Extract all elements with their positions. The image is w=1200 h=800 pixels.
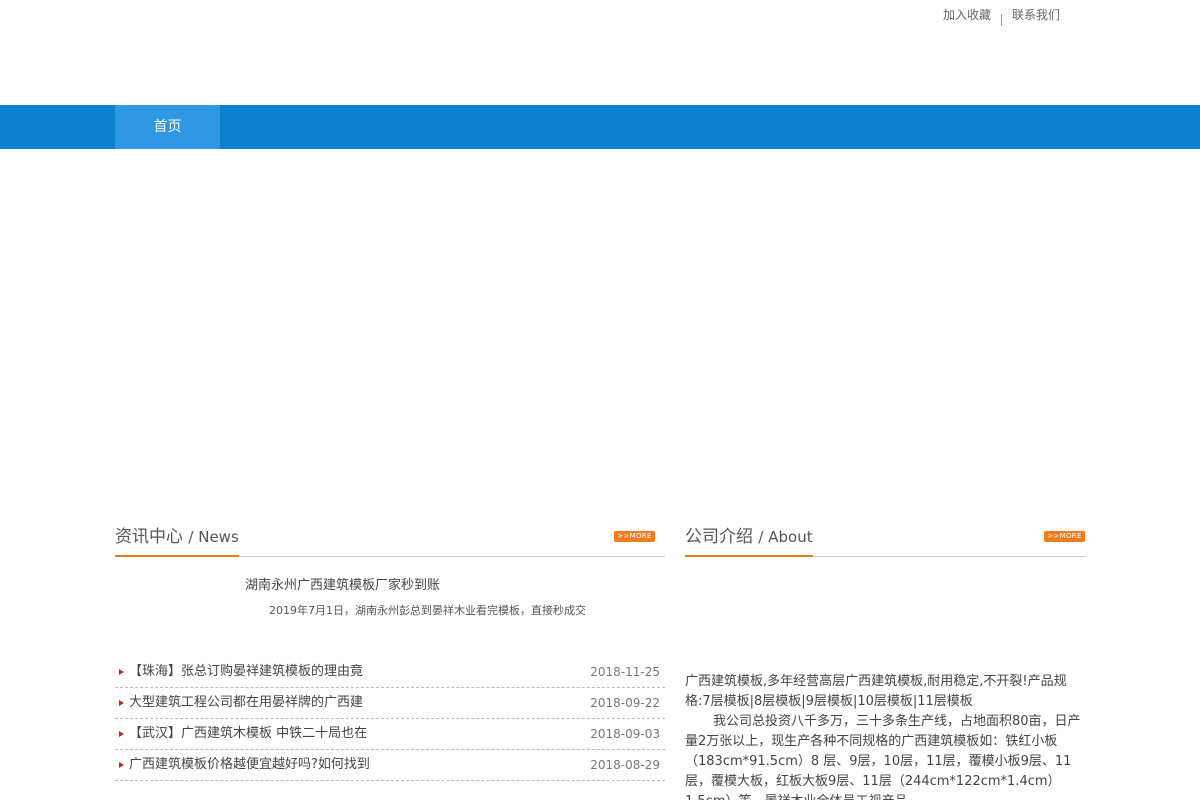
news-panel-header: 资讯中心 / News >>MORE <box>115 522 665 557</box>
about-paragraph-2: 我公司总投资八千多万，三十多条生产线，占地面积80亩，日产量2万张以上，现生产各… <box>685 714 1081 800</box>
news-item-date: 2018-09-03 <box>590 727 660 741</box>
featured-news-title[interactable]: 湖南永州广西建筑模板厂家秒到账 <box>245 574 440 593</box>
about-title-cn: 公司介绍 <box>685 527 753 547</box>
news-title-cn: 资讯中心 <box>115 527 183 547</box>
banner <box>0 149 1200 519</box>
about-panel-title: 公司介绍 / About <box>685 522 813 557</box>
news-title-en: / News <box>188 528 239 546</box>
news-more-button[interactable]: >>MORE <box>614 531 655 542</box>
add-favorite-link[interactable]: 加入收藏 <box>943 6 991 23</box>
news-item-date: 2018-09-22 <box>590 696 660 710</box>
list-item: 【武汉】广西建筑木模板 中铁二十局也在 2018-09-03 <box>115 719 665 750</box>
news-item-title[interactable]: 大型建筑工程公司都在用晏祥牌的广西建 <box>129 688 363 718</box>
nav-item-home[interactable]: 首页 <box>115 105 220 149</box>
top-links: 加入收藏 联系我们 <box>943 6 1060 26</box>
main-nav: 首页 <box>0 105 1200 149</box>
divider <box>1000 13 1002 26</box>
list-item: 大型建筑工程公司都在用晏祥牌的广西建 2018-09-22 <box>115 688 665 719</box>
about-more-button[interactable]: >>MORE <box>1044 531 1085 542</box>
news-item-title[interactable]: 广西建筑模板价格越便宜越好吗?如何找到 <box>129 750 370 780</box>
bullet-arrow-icon <box>119 762 124 768</box>
bullet-arrow-icon <box>119 669 124 675</box>
news-item-date: 2018-11-25 <box>590 665 660 679</box>
about-text: 广西建筑模板,多年经营高层广西建筑模板,耐用稳定,不开裂!产品规格:7层模板|8… <box>685 672 1085 800</box>
about-title-en: / About <box>758 528 813 546</box>
list-item: 【珠海】张总订购晏祥建筑模板的理由竟 2018-11-25 <box>115 657 665 688</box>
bullet-arrow-icon <box>119 731 124 737</box>
featured-news-summary: 2019年7月1日，湖南永州彭总到晏祥木业看完模板，直接秒成交 <box>269 604 586 617</box>
news-panel: 资讯中心 / News >>MORE 湖南永州广西建筑模板厂家秒到账 2019年… <box>115 522 665 781</box>
news-item-date: 2018-08-29 <box>590 758 660 772</box>
about-paragraph-1: 广西建筑模板,多年经营高层广西建筑模板,耐用稳定,不开裂!产品规格:7层模板|8… <box>685 674 1067 709</box>
news-list: 【珠海】张总订购晏祥建筑模板的理由竟 2018-11-25 大型建筑工程公司都在… <box>115 657 665 781</box>
about-panel: 公司介绍 / About >>MORE 广西建筑模板,多年经营高层广西建筑模板,… <box>685 522 1085 800</box>
news-item-title[interactable]: 【武汉】广西建筑木模板 中铁二十局也在 <box>129 719 367 749</box>
news-item-title[interactable]: 【珠海】张总订购晏祥建筑模板的理由竟 <box>129 657 363 687</box>
about-panel-header: 公司介绍 / About >>MORE <box>685 522 1085 557</box>
bullet-arrow-icon <box>119 700 124 706</box>
list-item: 广西建筑模板价格越便宜越好吗?如何找到 2018-08-29 <box>115 750 665 781</box>
news-panel-title: 资讯中心 / News <box>115 522 239 557</box>
contact-us-link[interactable]: 联系我们 <box>1012 6 1060 23</box>
